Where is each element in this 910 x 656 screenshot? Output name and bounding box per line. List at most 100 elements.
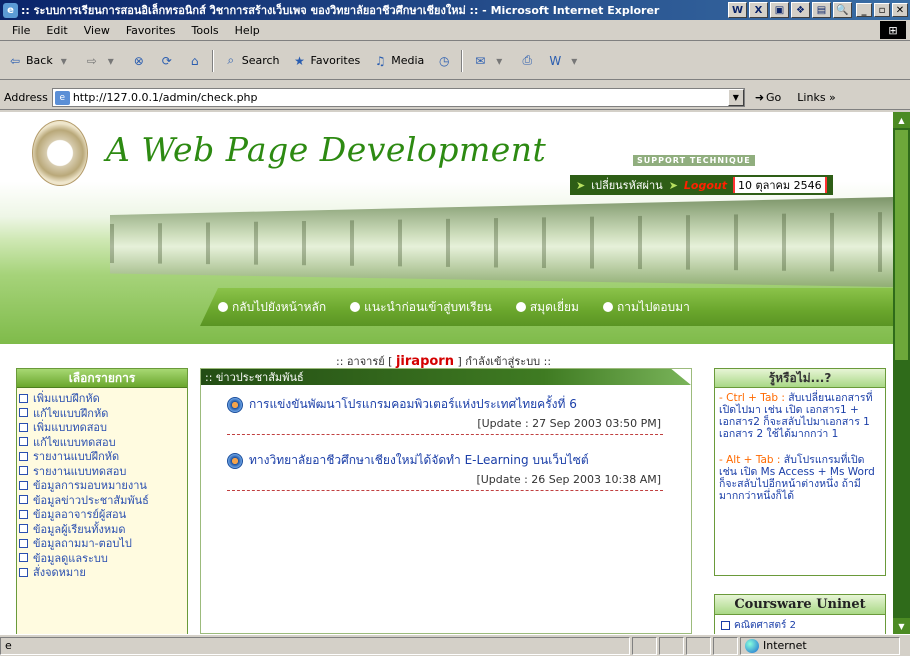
toolbar-separator xyxy=(211,49,214,72)
forward-button[interactable]: ⇨ ▾ xyxy=(81,51,122,71)
refresh-button[interactable]: ⟳ xyxy=(156,51,178,71)
nav-introduction[interactable]: แนะนำก่อนเข้าสู่บทเรียน xyxy=(350,298,492,317)
address-bar: Address e http://127.0.0.1/admin/check.p… xyxy=(0,86,910,110)
print-button[interactable]: ⎙ xyxy=(516,51,538,71)
welcome-prefix: :: อาจารย์ [ xyxy=(336,355,393,368)
address-dropdown-button[interactable]: ▼ xyxy=(727,89,744,106)
ie-status-icon: e xyxy=(5,639,12,652)
news-item-update: [Update : 26 Sep 2003 10:38 AM] xyxy=(476,473,661,486)
news-divider xyxy=(227,490,663,491)
tip-item: - Ctrl + Tab : สับเปลี่ยนเอกสารที่เปิดไป… xyxy=(715,388,885,440)
status-bar: e Internet xyxy=(0,634,910,656)
media-label: Media xyxy=(391,54,425,67)
mail-button[interactable]: ✉ ▾ xyxy=(469,51,510,71)
admin-menu-title: เลือกรายการ xyxy=(17,369,187,388)
search-button[interactable]: ⌕ Search xyxy=(220,51,283,71)
tips-panel-title: รู้หรือไม่...? xyxy=(715,369,885,388)
links-button[interactable]: Links » xyxy=(791,91,835,104)
nav-guestbook[interactable]: สมุดเยี่ยม xyxy=(515,298,579,317)
chevron-down-icon: ▾ xyxy=(60,53,67,68)
checkbox-icon xyxy=(19,393,28,403)
nav-guestbook-label: สมุดเยี่ยม xyxy=(529,299,579,314)
magnifier-icon[interactable]: 🔍 xyxy=(833,2,852,18)
globe-icon xyxy=(745,638,759,653)
scroll-down-button[interactable]: ▼ xyxy=(893,618,910,634)
checkbox-icon xyxy=(19,451,28,461)
explorer-icon[interactable]: ▤ xyxy=(812,2,831,18)
favorites-button[interactable]: ★ Favorites xyxy=(289,51,364,71)
menu-edit[interactable]: Edit xyxy=(38,24,75,37)
nav-introduction-label: แนะนำก่อนเข้าสู่บทเรียน xyxy=(364,299,492,314)
go-label: Go xyxy=(766,91,782,104)
courseware-item-label: คณิตศาสตร์ 2 xyxy=(734,620,796,631)
logout-link[interactable]: Logout xyxy=(684,179,727,192)
news-panel: :: ข่าวประชาสัมพันธ์ การแข่งขันพัฒนาโปรแ… xyxy=(200,368,692,634)
edit-button[interactable]: W ▾ xyxy=(544,51,585,71)
news-item-text: ทางวิทยาลัยอาชีวศึกษาเชียงใหม่ได้จัดทำ E… xyxy=(249,453,589,467)
word-icon[interactable]: W xyxy=(728,2,747,18)
restore-button[interactable]: ▫ xyxy=(874,3,890,17)
menu-favorites[interactable]: Favorites xyxy=(118,24,184,37)
back-button[interactable]: ⇦ Back ▾ xyxy=(4,51,75,71)
menu-tools[interactable]: Tools xyxy=(184,24,227,37)
minimize-button[interactable]: _ xyxy=(856,3,872,17)
news-bullet-icon xyxy=(227,452,243,469)
history-button[interactable]: ◷ xyxy=(433,51,455,71)
news-bullet-icon xyxy=(227,396,243,413)
checkbox-icon xyxy=(19,408,28,418)
scroll-up-button[interactable]: ▲ xyxy=(893,112,910,128)
tip-shortcut: - Alt + Tab : xyxy=(719,454,781,466)
scroll-thumb[interactable] xyxy=(895,130,908,360)
menu-file[interactable]: File xyxy=(4,24,38,37)
nav-home[interactable]: กลับไปยังหน้าหลัก xyxy=(218,298,326,317)
zone-label: Internet xyxy=(763,639,807,652)
media-button[interactable]: ♫ Media xyxy=(369,51,427,71)
menu-help[interactable]: Help xyxy=(227,24,268,37)
address-input[interactable]: e http://127.0.0.1/admin/check.php ▼ xyxy=(51,88,745,107)
excel-icon[interactable]: X xyxy=(749,2,768,18)
back-label: Back xyxy=(26,54,53,67)
college-seal-logo xyxy=(32,120,88,186)
news-item: ทางวิทยาลัยอาชีวศึกษาเชียงใหม่ได้จัดทำ E… xyxy=(227,451,663,491)
stop-button[interactable]: ⊗ xyxy=(128,51,150,71)
address-label: Address xyxy=(4,91,48,104)
address-url: http://127.0.0.1/admin/check.php xyxy=(72,91,258,104)
nav-qa-label: ถามไปตอบมา xyxy=(616,299,690,314)
checkbox-icon xyxy=(721,621,730,630)
checkbox-icon xyxy=(19,437,28,447)
tip-item: - Alt + Tab : สับโปรแกรมที่เปิด เช่น เปิ… xyxy=(715,450,885,502)
menu-view[interactable]: View xyxy=(76,24,118,37)
checkbox-icon xyxy=(19,538,28,548)
history-icon: ◷ xyxy=(439,53,450,68)
go-button[interactable]: ➜ Go xyxy=(749,91,787,104)
support-technique-label: SUPPORT TECHNIQUE xyxy=(633,155,755,166)
chevron-down-icon: ▾ xyxy=(107,53,114,68)
nav-bullet-icon xyxy=(515,302,526,312)
close-button[interactable]: ✕ xyxy=(892,3,908,17)
menu-item-label: สั่งจดหมาย xyxy=(33,566,86,580)
nav-bullet-icon xyxy=(350,302,361,312)
desktop-icon[interactable]: ▣ xyxy=(770,2,789,18)
page-scrollbar[interactable]: ▲ ▼ xyxy=(893,112,910,634)
app-launcher-icon[interactable]: ❖ xyxy=(791,2,810,18)
admin-menu: เลือกรายการ เพิ่มแบบฝึกหัด แก้ไขแบบฝึกหั… xyxy=(16,368,188,634)
courseware-item[interactable]: คณิตศาสตร์ 2 xyxy=(715,615,885,634)
nav-qa[interactable]: ถามไปตอบมา xyxy=(602,298,690,317)
window-title-bar: e :: ระบบการเรียนการสอนอิเล็กทรอนิกส์ วิ… xyxy=(0,0,910,20)
checkbox-icon xyxy=(19,524,28,534)
news-item-link[interactable]: การแข่งขันพัฒนาโปรแกรมคอมพิวเตอร์แห่งประ… xyxy=(227,395,663,414)
nav-bullet-icon xyxy=(218,302,228,312)
browser-toolbar: ⇦ Back ▾ ⇨ ▾ ⊗ ⟳ ⌂ ⌕ Search ★ Favorites … xyxy=(0,42,910,80)
site-title: A Web Page Development xyxy=(106,130,547,169)
news-panel-title: :: ข่าวประชาสัมพันธ์ xyxy=(201,369,691,385)
menu-item-send-mail[interactable]: สั่งจดหมาย xyxy=(19,565,185,580)
news-item-text: การแข่งขันพัฒนาโปรแกรมคอมพิวเตอร์แห่งประ… xyxy=(249,397,577,411)
news-item: การแข่งขันพัฒนาโปรแกรมคอมพิวเตอร์แห่งประ… xyxy=(227,395,663,435)
main-nav: กลับไปยังหน้าหลัก แนะนำก่อนเข้าสู่บทเรีย… xyxy=(200,288,893,326)
news-item-link[interactable]: ทางวิทยาลัยอาชีวศึกษาเชียงใหม่ได้จัดทำ E… xyxy=(227,451,663,470)
change-password-link[interactable]: เปลี่ยนรหัสผ่าน xyxy=(591,176,662,194)
chevron-down-icon: ▾ xyxy=(496,53,503,68)
print-icon: ⎙ xyxy=(522,53,533,67)
arrow-icon: ➤ xyxy=(576,178,586,192)
home-button[interactable]: ⌂ xyxy=(184,51,206,71)
